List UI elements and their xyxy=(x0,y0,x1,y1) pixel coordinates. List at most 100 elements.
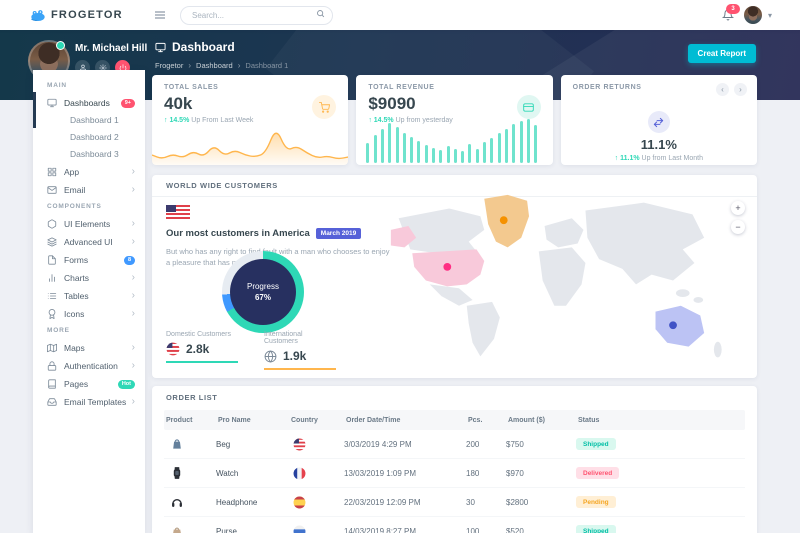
chevron-right-icon: › xyxy=(132,309,135,319)
sidebar-item-ui-elements[interactable]: UI Elements› xyxy=(33,215,145,233)
brand-name: FROGETOR xyxy=(51,9,123,21)
next-button[interactable]: › xyxy=(734,83,747,96)
mail-icon xyxy=(47,185,57,195)
status-badge: Pending xyxy=(576,496,616,508)
monitor-icon xyxy=(47,98,57,108)
revenue-bar xyxy=(396,127,399,163)
sidebar-item-pages[interactable]: PagesHot xyxy=(33,375,145,393)
order-amount: $2800 xyxy=(506,498,576,507)
us-flag xyxy=(166,205,190,219)
search-icon[interactable] xyxy=(316,9,325,18)
revenue-bar xyxy=(520,121,523,163)
sidebar-badge: 8 xyxy=(124,256,135,265)
sidebar-item-label: Email xyxy=(64,185,132,195)
progress-label: Progress xyxy=(247,282,279,291)
revenue-bar xyxy=(534,125,537,163)
order-table-header: ProductPro NameCountryOrder Date/TimePcs… xyxy=(164,410,745,430)
column-header: Pro Name xyxy=(216,417,289,424)
revenue-bar xyxy=(410,137,413,163)
order-pcs: 30 xyxy=(466,498,506,507)
user-name: Mr. Michael Hill xyxy=(75,43,147,54)
product-name: Purse xyxy=(216,527,289,533)
order-row-purse[interactable]: Purse14/03/2019 8:27 PM100$520Shipped xyxy=(164,517,745,533)
russia-flag-icon xyxy=(289,525,344,533)
spain-flag-icon xyxy=(289,496,344,509)
prev-button[interactable]: ‹ xyxy=(716,83,729,96)
search-input[interactable] xyxy=(180,6,333,25)
sales-area-chart xyxy=(152,123,348,165)
active-item-marker xyxy=(33,92,36,128)
world-map[interactable] xyxy=(390,191,742,371)
status-badge: Shipped xyxy=(576,438,616,450)
sidebar-item-advanced-ui[interactable]: Advanced UI› xyxy=(33,233,145,251)
order-status: Pending xyxy=(576,496,745,508)
order-row-beg[interactable]: Beg3/03/2019 4:29 PM200$750Shipped xyxy=(164,430,745,459)
sidebar-item-label: Maps xyxy=(64,343,132,353)
sidebar-item-maps[interactable]: Maps› xyxy=(33,339,145,357)
frog-logo-icon xyxy=(30,8,46,22)
order-table: ProductPro NameCountryOrder Date/TimePcs… xyxy=(164,410,745,533)
sidebar-item-email-templates[interactable]: Email Templates› xyxy=(33,393,145,411)
revenue-bar xyxy=(447,146,450,163)
sidebar-item-tables[interactable]: Tables› xyxy=(33,287,145,305)
sidebar-item-label: Icons xyxy=(64,309,132,319)
brand-logo[interactable]: FROGETOR xyxy=(30,8,142,22)
sidebar-item-dashboards[interactable]: Dashboards9+ xyxy=(33,94,145,112)
map-zoom-in-button[interactable]: + xyxy=(731,201,745,215)
order-status: Shipped xyxy=(576,525,745,533)
sidebar-badge: 9+ xyxy=(121,99,135,108)
headphone-product-icon xyxy=(164,495,216,509)
date-badge: March 2019 xyxy=(316,228,361,239)
revenue-bar xyxy=(374,135,377,163)
package-icon xyxy=(47,219,57,229)
topbar: FROGETOR 3 ▾ xyxy=(0,0,800,30)
revenue-bar xyxy=(439,150,442,163)
bag-product-icon xyxy=(164,437,216,451)
sidebar-item-forms[interactable]: Forms8 xyxy=(33,251,145,269)
sidebar-subitem-dashboard-3[interactable]: Dashboard 3 xyxy=(33,146,145,163)
product-name: Headphone xyxy=(216,498,289,507)
revenue-bar xyxy=(454,149,457,163)
revenue-bar xyxy=(512,124,515,163)
sidebar-badge: Hot xyxy=(118,380,135,389)
menu-toggle-button[interactable] xyxy=(154,10,166,20)
chevron-down-icon[interactable]: ▾ xyxy=(768,11,772,20)
marker-australia xyxy=(669,321,677,329)
sidebar-subitem-dashboard-2[interactable]: Dashboard 2 xyxy=(33,129,145,146)
order-row-watch[interactable]: Watch13/03/2019 1:09 PM180$970Delivered xyxy=(164,459,745,488)
revenue-bar xyxy=(366,143,369,163)
breadcrumb-item[interactable]: Frogetor xyxy=(155,61,183,70)
sidebar-item-email[interactable]: Email› xyxy=(33,181,145,199)
create-report-button[interactable]: Creat Report xyxy=(688,44,756,63)
sidebar-item-app[interactable]: App› xyxy=(33,163,145,181)
order-list-panel: ORDER LIST ProductPro NameCountryOrder D… xyxy=(152,386,757,533)
order-date: 13/03/2019 1:09 PM xyxy=(344,469,466,478)
chevron-right-icon: › xyxy=(132,237,135,247)
sidebar-item-icons[interactable]: Icons› xyxy=(33,305,145,323)
order-returns-card: ORDER RETURNS ‹ › 11.1% ↑ 11.1% Up from … xyxy=(561,75,757,165)
revenue-bar xyxy=(417,141,420,163)
breadcrumb-separator: › xyxy=(238,61,241,70)
inbox-icon xyxy=(47,397,57,407)
breadcrumb: Frogetor›Dashboard›Dashboard 1 xyxy=(155,61,288,70)
order-row-headphone[interactable]: Headphone22/03/2019 12:09 PM30$2800Pendi… xyxy=(164,488,745,517)
breadcrumb-item[interactable]: Dashboard xyxy=(196,61,233,70)
order-returns-delta: ↑ 11.1% Up from Last Month xyxy=(561,155,757,162)
column-header: Status xyxy=(576,417,745,424)
column-header: Order Date/Time xyxy=(344,417,466,424)
card-label: TOTAL REVENUE xyxy=(356,75,552,91)
book-icon xyxy=(47,379,57,389)
file-icon xyxy=(47,255,57,265)
sidebar-item-charts[interactable]: Charts› xyxy=(33,269,145,287)
sidebar-subitem-dashboard-1[interactable]: Dashboard 1 xyxy=(33,112,145,129)
profile-menu-avatar[interactable] xyxy=(744,6,762,24)
list-icon xyxy=(47,291,57,301)
map-zoom-out-button[interactable]: − xyxy=(731,220,745,234)
notifications-button[interactable]: 3 xyxy=(722,9,734,21)
revenue-bar xyxy=(381,129,384,163)
revenue-bar xyxy=(432,148,435,163)
sidebar-item-authentication[interactable]: Authentication› xyxy=(33,357,145,375)
chevron-right-icon: › xyxy=(132,219,135,229)
world-customers-panel: WORLD WIDE CUSTOMERS Our most customers … xyxy=(152,175,757,378)
revenue-bar xyxy=(505,129,508,163)
